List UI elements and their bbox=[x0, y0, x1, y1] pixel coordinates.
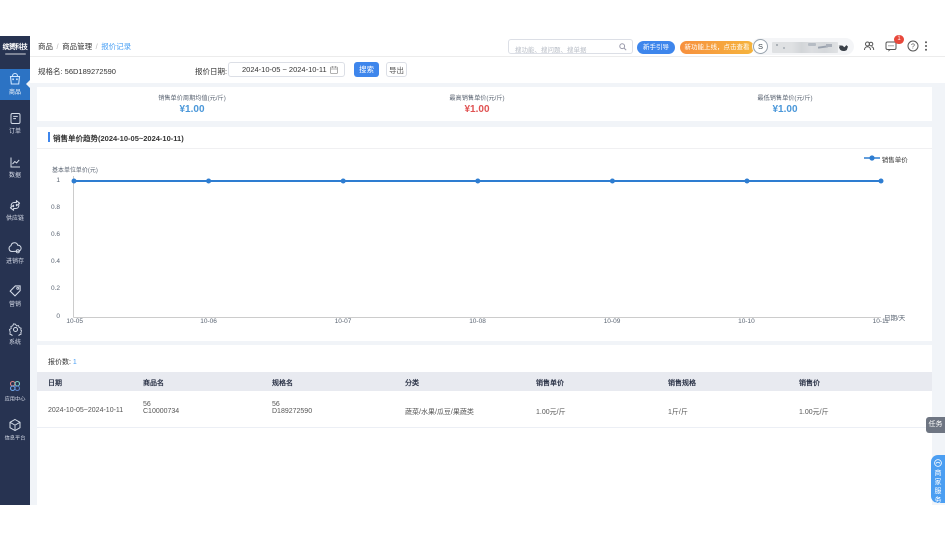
svg-text:?: ? bbox=[911, 44, 915, 51]
